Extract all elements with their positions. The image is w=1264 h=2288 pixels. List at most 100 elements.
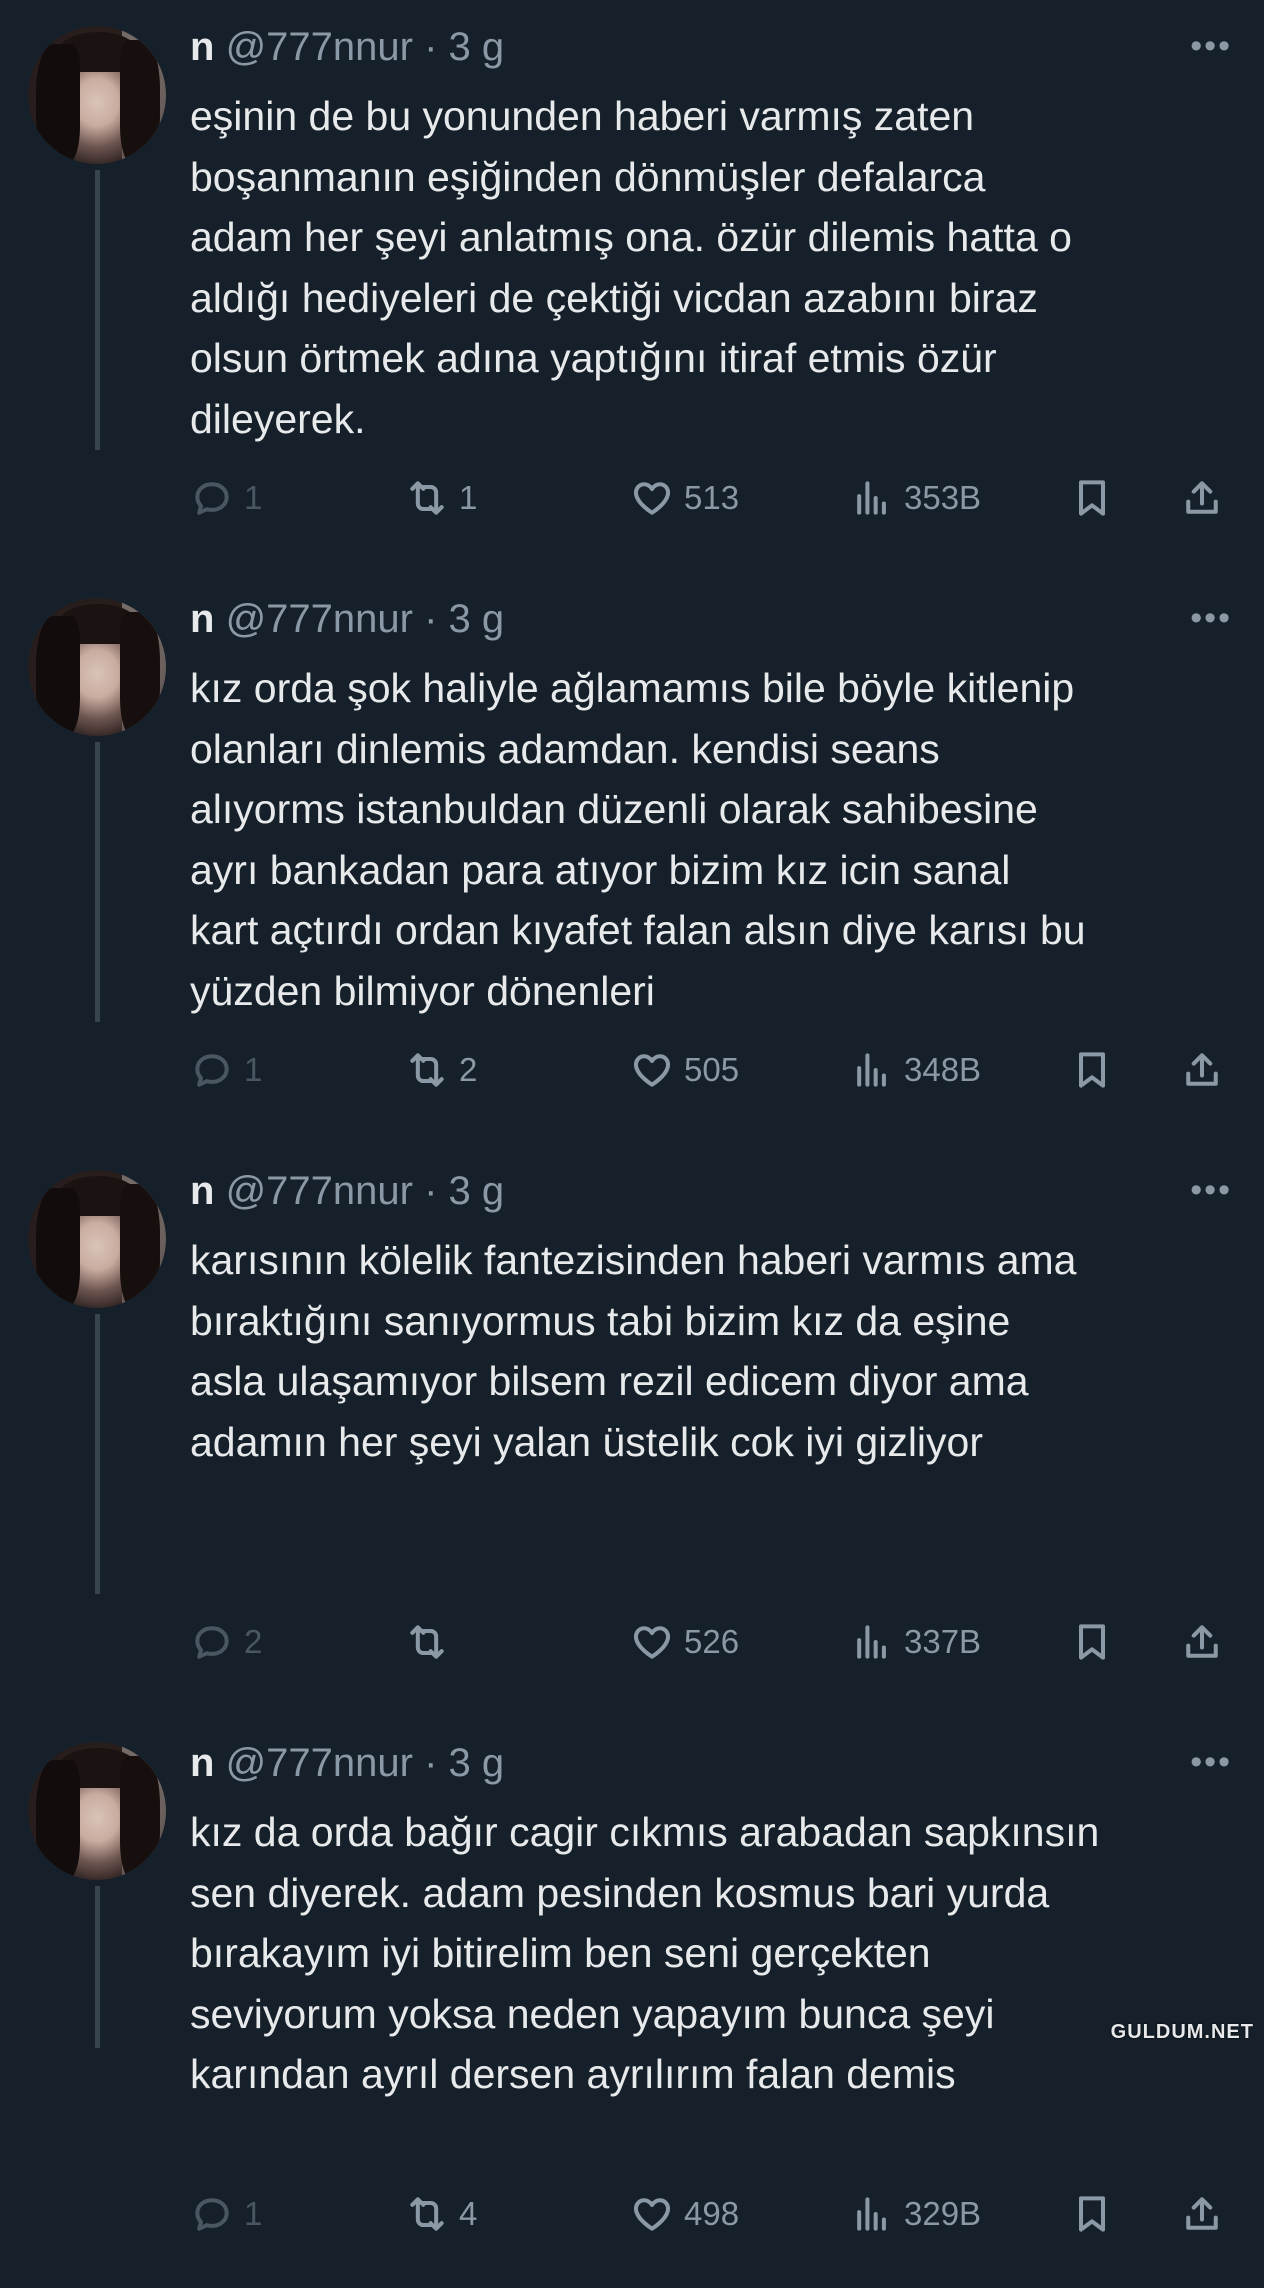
display-name[interactable]: n (190, 1741, 214, 1785)
retweet-button[interactable]: 4 (405, 2186, 477, 2242)
retweet-button[interactable] (405, 1614, 459, 1670)
more-icon[interactable]: ••• (1190, 1742, 1232, 1782)
tweet-text: karısının kölelik fantezisinden haberi v… (190, 1237, 1077, 1465)
tweet-header: n @777nnur · 3 g (190, 594, 504, 644)
views-button[interactable]: 329B (850, 2186, 981, 2242)
reply-button[interactable]: 1 (190, 1042, 262, 1098)
bookmark-icon (1078, 480, 1106, 516)
retweet-count: 1 (459, 479, 478, 516)
bookmark-button[interactable] (1070, 1614, 1114, 1670)
avatar[interactable] (28, 1742, 166, 1880)
views-button[interactable]: 353B (850, 470, 981, 526)
tweet[interactable]: n @777nnur · 3 g ••• eşinin de bu yonund… (0, 0, 1264, 572)
tweet-header: n @777nnur · 3 g (190, 1738, 504, 1788)
watermark: GULDUM.NET (1110, 2021, 1254, 2043)
like-icon (633, 2198, 671, 2231)
share-button[interactable] (1180, 2186, 1224, 2242)
tweet[interactable]: n @777nnur · 3 g ••• karısının kölelik f… (0, 1144, 1264, 1716)
action-bar: 1 2 505 348B (190, 1042, 1230, 1098)
share-icon (1186, 1625, 1218, 1658)
bookmark-button[interactable] (1070, 2186, 1114, 2242)
views-icon (857, 2197, 886, 2231)
user-handle[interactable]: @777nnur (226, 1169, 413, 1213)
reply-icon (195, 2198, 229, 2231)
bookmark-icon (1078, 2196, 1106, 2232)
tweet-header: n @777nnur · 3 g (190, 22, 504, 72)
share-icon (1186, 481, 1218, 514)
reply-count: 1 (244, 2195, 263, 2232)
reply-button[interactable]: 1 (190, 2186, 262, 2242)
retweet-button[interactable]: 1 (405, 470, 477, 526)
reply-icon (195, 482, 229, 515)
user-handle[interactable]: @777nnur (226, 25, 413, 69)
retweet-icon (410, 1053, 444, 1087)
reply-count: 2 (244, 1623, 263, 1660)
action-bar: 2 526 337B (190, 1614, 1230, 1670)
like-count: 498 (684, 2195, 740, 2232)
display-name[interactable]: n (190, 1169, 214, 1213)
views-button[interactable]: 348B (850, 1042, 981, 1098)
tweet-text: eşinin de bu yonunden haberi varmış zate… (190, 93, 1072, 442)
like-count: 526 (684, 1623, 740, 1660)
action-bar: 1 4 498 329B (190, 2186, 1230, 2242)
retweet-icon (410, 481, 444, 515)
retweet-icon (410, 1625, 444, 1659)
bookmark-icon (1078, 1052, 1106, 1088)
action-bar: 1 1 513 353B (190, 470, 1230, 526)
retweet-count: 4 (459, 2195, 478, 2232)
view-count: 353B (904, 479, 982, 516)
bookmark-icon (1078, 1624, 1106, 1660)
tweet-text: kız da orda bağır cagir cıkmıs arabadan … (190, 1809, 1100, 2097)
reply-count: 1 (244, 479, 263, 516)
reply-button[interactable]: 2 (190, 1614, 262, 1670)
views-icon (857, 1053, 886, 1087)
like-count: 513 (684, 479, 740, 516)
share-button[interactable] (1180, 470, 1224, 526)
timestamp[interactable]: 3 g (449, 1169, 505, 1213)
more-icon[interactable]: ••• (1190, 1170, 1232, 1210)
like-icon (633, 1626, 671, 1659)
display-name[interactable]: n (190, 25, 214, 69)
avatar[interactable] (28, 26, 166, 164)
display-name[interactable]: n (190, 597, 214, 641)
like-button[interactable]: 498 (630, 2186, 739, 2242)
reply-icon (195, 1626, 229, 1659)
more-icon[interactable]: ••• (1190, 598, 1232, 638)
like-button[interactable]: 526 (630, 1614, 739, 1670)
tweet[interactable]: n @777nnur · 3 g ••• kız da orda bağır c… (0, 1716, 1264, 2288)
tweet-header: n @777nnur · 3 g (190, 1166, 504, 1216)
timestamp[interactable]: 3 g (449, 597, 505, 641)
like-icon (633, 482, 671, 515)
separator-dot: · (424, 25, 438, 69)
retweet-count: 2 (459, 1051, 478, 1088)
bookmark-button[interactable] (1070, 470, 1114, 526)
views-button[interactable]: 337B (850, 1614, 981, 1670)
user-handle[interactable]: @777nnur (226, 597, 413, 641)
share-icon (1186, 2197, 1218, 2230)
avatar[interactable] (28, 598, 166, 736)
timestamp[interactable]: 3 g (449, 1741, 505, 1785)
view-count: 348B (904, 1051, 982, 1088)
tweet[interactable]: n @777nnur · 3 g ••• kız orda şok haliyl… (0, 572, 1264, 1144)
reply-icon (195, 1054, 229, 1087)
like-button[interactable]: 505 (630, 1042, 739, 1098)
separator-dot: · (424, 597, 438, 641)
avatar[interactable] (28, 1170, 166, 1308)
reply-count: 1 (244, 1051, 263, 1088)
view-count: 329B (904, 2195, 982, 2232)
more-icon[interactable]: ••• (1190, 26, 1232, 66)
views-icon (857, 481, 886, 515)
reply-button[interactable]: 1 (190, 470, 262, 526)
bookmark-button[interactable] (1070, 1042, 1114, 1098)
like-count: 505 (684, 1051, 740, 1088)
like-button[interactable]: 513 (630, 470, 739, 526)
tweet-text: kız orda şok haliyle ağlamamıs bile böyl… (190, 665, 1086, 1014)
share-icon (1186, 1053, 1218, 1086)
like-icon (633, 1054, 671, 1087)
user-handle[interactable]: @777nnur (226, 1741, 413, 1785)
share-button[interactable] (1180, 1614, 1224, 1670)
separator-dot: · (424, 1741, 438, 1785)
share-button[interactable] (1180, 1042, 1224, 1098)
retweet-button[interactable]: 2 (405, 1042, 477, 1098)
timestamp[interactable]: 3 g (449, 25, 505, 69)
